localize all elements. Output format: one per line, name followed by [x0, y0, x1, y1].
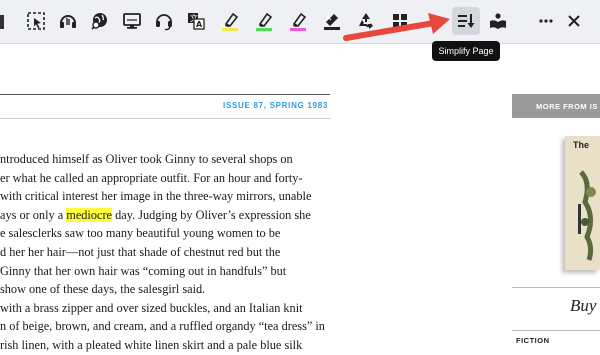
category-label: FICTION	[516, 336, 550, 345]
article-line: with a brass zipper and over sized buckl…	[0, 299, 330, 318]
close-icon[interactable]	[562, 9, 586, 33]
article-line: e salesclerks saw too many beautiful you…	[0, 224, 330, 243]
text-run: d her her hair—not just that shade of ch…	[0, 244, 281, 259]
highlighter-pink-icon[interactable]	[286, 9, 310, 33]
article-line: Ginny that her own hair was “coming out …	[0, 262, 330, 281]
translate-icon[interactable]: 文A	[184, 9, 208, 33]
article-line: n of beige, brown, and cream, and a ruff…	[0, 317, 330, 336]
globe-search-icon[interactable]	[88, 9, 112, 33]
article-line: show one of these days, the salesgirl sa…	[0, 280, 330, 299]
header-rule-bottom	[0, 118, 330, 119]
text-run: with a brass zipper and over sized buckl…	[0, 300, 303, 315]
article-body: ntroduced himself as Oliver took Ginny t…	[0, 150, 330, 355]
text-run: ntroduced himself as Oliver took Ginny t…	[0, 152, 293, 166]
article-line: rish linen, with a pleated white linen s…	[0, 336, 330, 355]
reader-toolbar: 文A	[0, 0, 600, 44]
highlighter-green-icon[interactable]	[252, 9, 276, 33]
sidebar-divider	[512, 287, 600, 288]
text-run: Ginny that her own hair was “coming out …	[0, 263, 287, 278]
annotation-arrow	[343, 13, 450, 41]
header-rule	[0, 94, 330, 95]
book-art	[578, 170, 596, 261]
text-run: er what he called an appropriate outfit.…	[0, 170, 303, 185]
issue-label: ISSUE 87, SPRING 1983	[223, 101, 328, 110]
article-line: ntroduced himself as Oliver took Ginny t…	[0, 150, 330, 169]
headphones-icon[interactable]	[56, 9, 80, 33]
monitor-icon[interactable]	[120, 9, 144, 33]
reading-icon[interactable]	[486, 9, 510, 33]
article-line: with critical interest her image in the …	[0, 187, 330, 206]
more-icon[interactable]	[534, 9, 558, 33]
book-cover[interactable]: The	[565, 136, 600, 270]
text-run: show one of these days, the salesgirl sa…	[0, 282, 206, 297]
article-line: ays or only a mediocre day. Judging by O…	[0, 206, 330, 225]
sidebar: MORE FROM IS The Buy FICTION	[512, 94, 600, 347]
highlighter-yellow-icon[interactable]	[218, 9, 242, 33]
text-run: n of beige, brown, and cream, and a ruff…	[0, 319, 325, 334]
article-line: er what he called an appropriate outfit.…	[0, 169, 330, 188]
svg-text:A: A	[196, 20, 203, 29]
text-run: day. Judging by Oliver’s expression she	[112, 207, 311, 222]
toolbar-edge	[0, 15, 4, 29]
article-line: d her her hair—not just that shade of ch…	[0, 243, 330, 262]
text-run: with critical interest her image in the …	[0, 189, 312, 204]
buy-link[interactable]: Buy	[570, 296, 596, 316]
headset-icon[interactable]	[152, 9, 176, 33]
sidebar-heading: MORE FROM IS	[512, 94, 600, 118]
text-run: e salesclerks saw too many beautiful you…	[0, 226, 281, 241]
select-cursor-icon[interactable]	[24, 9, 48, 33]
book-title: The	[573, 140, 590, 150]
tooltip: Simplify Page	[432, 41, 500, 61]
text-run: ays or only a	[0, 207, 67, 222]
highlighted-word[interactable]: mediocre	[66, 207, 113, 222]
text-run: rish linen, with a pleated white linen s…	[0, 337, 303, 352]
sidebar-divider	[512, 330, 600, 331]
